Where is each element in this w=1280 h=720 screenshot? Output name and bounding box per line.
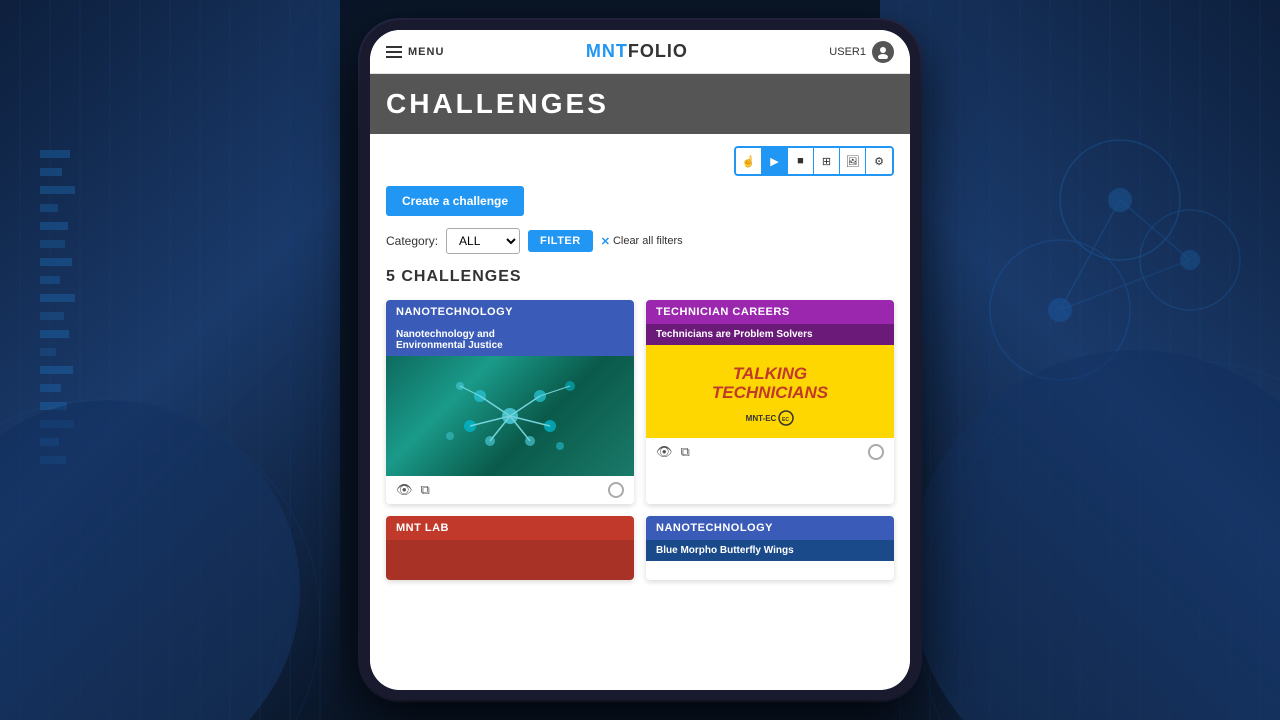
toolbar-icons: ☝ ▶ ■ ⊞ 🖼 ⚙ xyxy=(734,146,894,176)
card-action-icons: 👁 ⧉ xyxy=(396,482,430,498)
challenge-card-nanotechnology[interactable]: NANOTECHNOLOGY Nanotechnology andEnviron… xyxy=(386,300,634,504)
app-content: MENU MNTFOLIO USER1 CHALL xyxy=(370,30,910,690)
mntec-logo: MNT-EC EC xyxy=(656,410,884,426)
user-avatar xyxy=(872,41,894,63)
menu-button[interactable]: MENU xyxy=(386,46,444,58)
card-header-nanotechnology: NANOTECHNOLOGY xyxy=(386,300,634,324)
card-subtitle-technician-careers: Technicians are Problem Solvers xyxy=(646,324,894,345)
challenges-grid: NANOTECHNOLOGY Nanotechnology andEnviron… xyxy=(386,300,894,580)
menu-label: MENU xyxy=(408,46,444,58)
toolbar-grid-icon[interactable]: ⊞ xyxy=(814,148,840,174)
talking-tech-content: TALKINGTECHNICIANS MNT-EC EC xyxy=(646,345,894,438)
tablet-device: MENU MNTFOLIO USER1 CHALL xyxy=(360,20,920,700)
card-header-nanotechnology-2: NANOTECHNOLOGY xyxy=(646,516,894,540)
card-body-mnt-lab xyxy=(386,540,634,580)
page-title: CHALLENGES xyxy=(386,88,894,120)
card-subtitle-nanotechnology: Nanotechnology andEnvironmental Justice xyxy=(386,324,634,356)
category-label: Category: xyxy=(386,234,438,248)
challenges-count: 5 CHALLENGES xyxy=(386,268,894,286)
toolbar-hand-icon[interactable]: ☝ xyxy=(736,148,762,174)
toolbar-play-icon[interactable]: ▶ xyxy=(762,148,788,174)
background-left xyxy=(0,0,340,720)
challenge-card-technician-careers[interactable]: TECHNICIAN CAREERS Technicians are Probl… xyxy=(646,300,894,504)
filter-button[interactable]: FILTER xyxy=(528,230,593,252)
logo-mnt: MNT xyxy=(586,41,628,61)
toolbar-row: ☝ ▶ ■ ⊞ 🖼 ⚙ xyxy=(386,146,894,176)
challenge-card-mnt-lab[interactable]: MNT LAB xyxy=(386,516,634,580)
background-right xyxy=(880,0,1280,720)
clear-filters-button[interactable]: ✕ Clear all filters xyxy=(601,235,683,248)
card-action-icons-2: 👁 ⧉ xyxy=(656,444,690,460)
user-menu[interactable]: USER1 xyxy=(829,41,894,63)
card-image-nanotechnology xyxy=(386,356,634,476)
card-header-mnt-lab: MNT LAB xyxy=(386,516,634,540)
challenge-card-nanotechnology-2[interactable]: NANOTECHNOLOGY Blue Morpho Butterfly Win… xyxy=(646,516,894,580)
view-icon[interactable]: 👁 xyxy=(396,482,413,498)
hamburger-icon xyxy=(386,46,402,58)
talking-tech-title: TALKINGTECHNICIANS xyxy=(656,365,884,402)
toolbar-stop-icon[interactable]: ■ xyxy=(788,148,814,174)
card-subtitle-nanotechnology-2: Blue Morpho Butterfly Wings xyxy=(646,540,894,561)
page-header: CHALLENGES xyxy=(370,74,910,134)
copy-icon-2[interactable]: ⧉ xyxy=(681,444,690,460)
filter-row: Category: ALL FILTER ✕ Clear all filters xyxy=(386,228,894,254)
content-area: ☝ ▶ ■ ⊞ 🖼 ⚙ Create a challenge Category:… xyxy=(370,134,910,592)
card-footer-technician-careers: 👁 ⧉ xyxy=(646,438,894,466)
copy-icon[interactable]: ⧉ xyxy=(421,482,430,498)
card-footer-nanotechnology: 👁 ⧉ xyxy=(386,476,634,504)
toolbar-settings-icon[interactable]: ⚙ xyxy=(866,148,892,174)
top-navigation: MENU MNTFOLIO USER1 xyxy=(370,30,910,74)
card-header-technician-careers: TECHNICIAN CAREERS xyxy=(646,300,894,324)
user-label: USER1 xyxy=(829,46,866,58)
clear-filters-label: Clear all filters xyxy=(613,235,683,247)
view-icon-2[interactable]: 👁 xyxy=(656,444,673,460)
svg-text:EC: EC xyxy=(782,417,789,423)
tablet-screen: MENU MNTFOLIO USER1 CHALL xyxy=(370,30,910,690)
clear-x-icon: ✕ xyxy=(601,235,610,248)
logo-folio: FOLIO xyxy=(628,41,688,61)
create-challenge-button[interactable]: Create a challenge xyxy=(386,186,524,216)
toolbar-image-icon[interactable]: 🖼 xyxy=(840,148,866,174)
app-logo: MNTFOLIO xyxy=(586,41,688,62)
card-radio-nanotechnology[interactable] xyxy=(608,482,624,498)
category-select[interactable]: ALL xyxy=(446,228,520,254)
card-radio-technician[interactable] xyxy=(868,444,884,460)
